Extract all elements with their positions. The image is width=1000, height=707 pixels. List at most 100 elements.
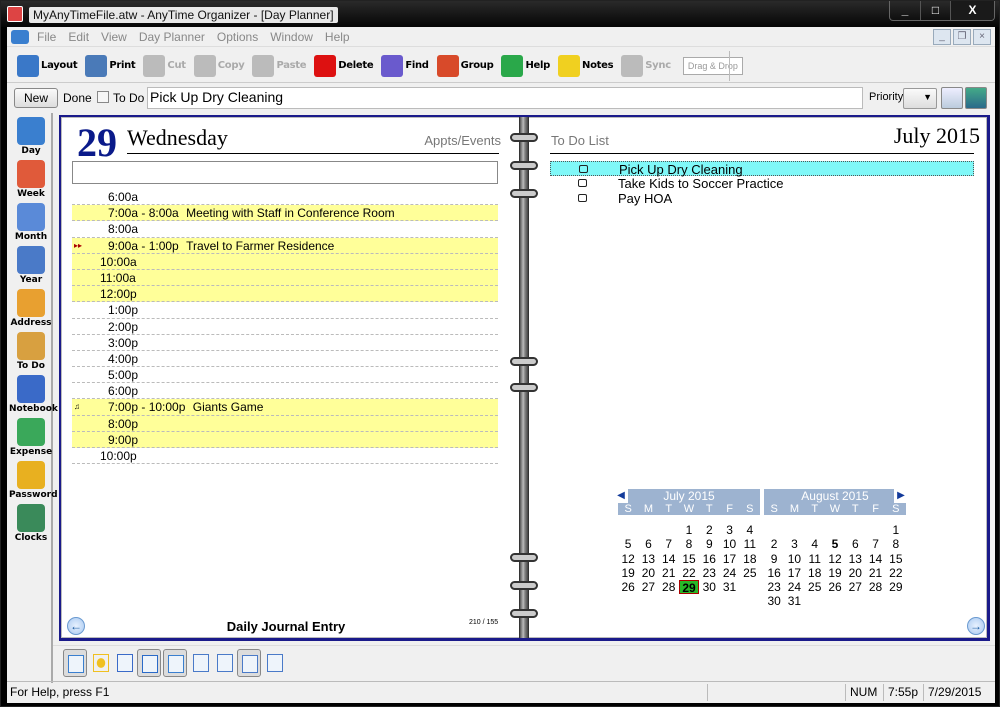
zoom-page-2-button[interactable] — [213, 649, 237, 677]
calendar-day[interactable]: 24 — [784, 580, 804, 594]
calendar-day[interactable]: 19 — [825, 566, 845, 580]
todo-checkbox[interactable] — [578, 179, 587, 187]
sidebar-item-notebook[interactable]: Notebook — [9, 375, 58, 414]
calendar-day[interactable]: 13 — [638, 552, 658, 566]
calendar-day[interactable]: 28 — [659, 580, 679, 594]
calendar-day[interactable]: 7 — [865, 537, 885, 551]
calendar-day[interactable]: 2 — [764, 537, 784, 551]
find-button[interactable]: Find — [381, 54, 429, 77]
calendar-day[interactable]: 20 — [845, 566, 865, 580]
drag-drop-target[interactable]: Drag & Drop — [682, 56, 743, 75]
time-slot-row[interactable]: 8:00p — [72, 415, 498, 432]
copy-button[interactable]: Copy — [193, 54, 245, 77]
help-button[interactable]: Help — [501, 54, 550, 77]
refresh-icon[interactable] — [965, 87, 987, 109]
sidebar-item-to-do[interactable]: To Do — [9, 332, 53, 371]
calendar-day[interactable]: 30 — [699, 580, 719, 594]
calendar-day[interactable]: 27 — [638, 580, 658, 594]
time-slot-row[interactable]: 8:00a — [72, 221, 498, 238]
time-slot-row[interactable]: 12:00p — [72, 286, 498, 303]
calendar-day[interactable]: 9 — [764, 552, 784, 566]
mdi-close-button[interactable]: × — [973, 29, 991, 45]
calendar-day[interactable]: 22 — [886, 566, 906, 580]
calendar-day[interactable]: 17 — [784, 566, 804, 580]
time-slot-row[interactable]: 6:00a — [72, 189, 498, 206]
calendar-day[interactable]: 5 — [825, 537, 845, 551]
calendar-day[interactable]: 18 — [805, 566, 825, 580]
import-button[interactable] — [113, 649, 137, 677]
calendar-day[interactable]: 23 — [764, 580, 784, 594]
time-slot-row[interactable]: 7:00a - 8:00a Meeting with Staff in Conf… — [72, 205, 498, 222]
time-slot-row[interactable]: 5:00p — [72, 367, 498, 384]
document-icon[interactable] — [11, 29, 29, 44]
calendar-day[interactable]: 26 — [618, 580, 638, 594]
calendar-day[interactable]: 10 — [784, 552, 804, 566]
todo-item[interactable]: Pick Up Dry Cleaning — [550, 161, 974, 177]
mdi-minimize-button[interactable]: _ — [933, 29, 951, 45]
time-slot-row[interactable]: 6:00p — [72, 383, 498, 400]
calendar-day[interactable]: 19 — [618, 566, 638, 580]
menu-window[interactable]: Window — [264, 30, 319, 44]
calendar-day[interactable]: 31 — [784, 594, 804, 608]
calendar-day[interactable]: 11 — [740, 537, 760, 551]
sync-button[interactable]: Sync — [621, 54, 671, 77]
calendar-day[interactable]: 12 — [825, 552, 845, 566]
cut-button[interactable]: Cut — [143, 54, 186, 77]
calendar-day[interactable]: 6 — [845, 537, 865, 551]
single-page-button[interactable] — [63, 649, 87, 677]
sidebar-item-week[interactable]: Week — [9, 160, 53, 199]
calendar-day[interactable]: 14 — [865, 552, 885, 566]
calendar-day[interactable]: 29 — [886, 580, 906, 594]
calendar-day[interactable]: 1 — [886, 523, 906, 537]
mdi-restore-button[interactable]: ❐ — [953, 29, 971, 45]
calendar-day[interactable]: 6 — [638, 537, 658, 551]
minimize-button[interactable]: _ — [890, 1, 920, 20]
menu-file[interactable]: File — [31, 30, 62, 44]
time-slot-row[interactable]: 10:00a — [72, 253, 498, 270]
calendar-day[interactable]: 21 — [865, 566, 885, 580]
calendar-day[interactable]: 21 — [659, 566, 679, 580]
next-page-arrow-icon[interactable]: → — [967, 617, 985, 635]
calendar-day[interactable]: 1 — [679, 523, 699, 537]
calendar-day[interactable]: 22 — [679, 566, 699, 580]
calendar-day[interactable]: 25 — [740, 566, 760, 580]
calendar-day[interactable]: 15 — [886, 552, 906, 566]
calendar-day[interactable]: 5 — [618, 537, 638, 551]
today-date[interactable]: 29 — [678, 580, 700, 595]
menu-edit[interactable]: Edit — [62, 30, 95, 44]
paste-button[interactable]: Paste — [252, 54, 307, 77]
todo-checkbox[interactable] — [579, 165, 588, 173]
sidebar-item-clocks[interactable]: Clocks — [9, 504, 53, 543]
time-slot-row[interactable]: 9:00p — [72, 431, 498, 448]
zoom-page-1-button[interactable] — [189, 649, 213, 677]
prev-month-arrow-icon[interactable]: ◀ — [614, 489, 628, 503]
event-title[interactable]: Travel to Farmer Residence — [186, 239, 334, 253]
layout-button[interactable]: Layout — [17, 54, 78, 77]
calendar-day[interactable]: 27 — [845, 580, 865, 594]
time-slot-row[interactable]: 4:00p — [72, 351, 498, 368]
calendar-day[interactable]: 17 — [719, 552, 739, 566]
event-title[interactable]: Meeting with Staff in Conference Room — [186, 206, 395, 220]
group-button[interactable]: Group — [436, 54, 494, 77]
calendar-day[interactable]: 8 — [679, 537, 699, 551]
sidebar-item-day[interactable]: Day — [9, 117, 53, 156]
time-slot-row[interactable]: 1:00p — [72, 302, 498, 319]
calendar-day[interactable]: 12 — [618, 552, 638, 566]
calendar-day[interactable]: 8 — [886, 537, 906, 551]
calendar-day[interactable]: 26 — [825, 580, 845, 594]
clock-view-button[interactable] — [137, 649, 161, 677]
calendar-day[interactable]: 4 — [805, 537, 825, 551]
time-slot-row[interactable]: ▸▸ 9:00a - 1:00p Travel to Farmer Residen… — [72, 237, 498, 254]
todo-item[interactable]: Pay HOA — [550, 191, 974, 206]
multi-calendar-button[interactable] — [163, 649, 187, 677]
edit-note-icon[interactable] — [941, 87, 963, 109]
time-slot-row[interactable]: 11:00a — [72, 269, 498, 287]
calendar-day[interactable]: 24 — [719, 566, 739, 580]
next-month-arrow-icon[interactable]: ▶ — [894, 489, 908, 503]
calendar-day[interactable]: 15 — [679, 552, 699, 566]
daily-journal-link[interactable]: Daily Journal Entry — [61, 619, 511, 634]
time-slot-row[interactable]: 2:00p — [72, 319, 498, 335]
close-button[interactable]: X — [950, 1, 994, 20]
calendar-day[interactable]: 14 — [659, 552, 679, 566]
sidebar-item-month[interactable]: Month — [9, 203, 53, 242]
